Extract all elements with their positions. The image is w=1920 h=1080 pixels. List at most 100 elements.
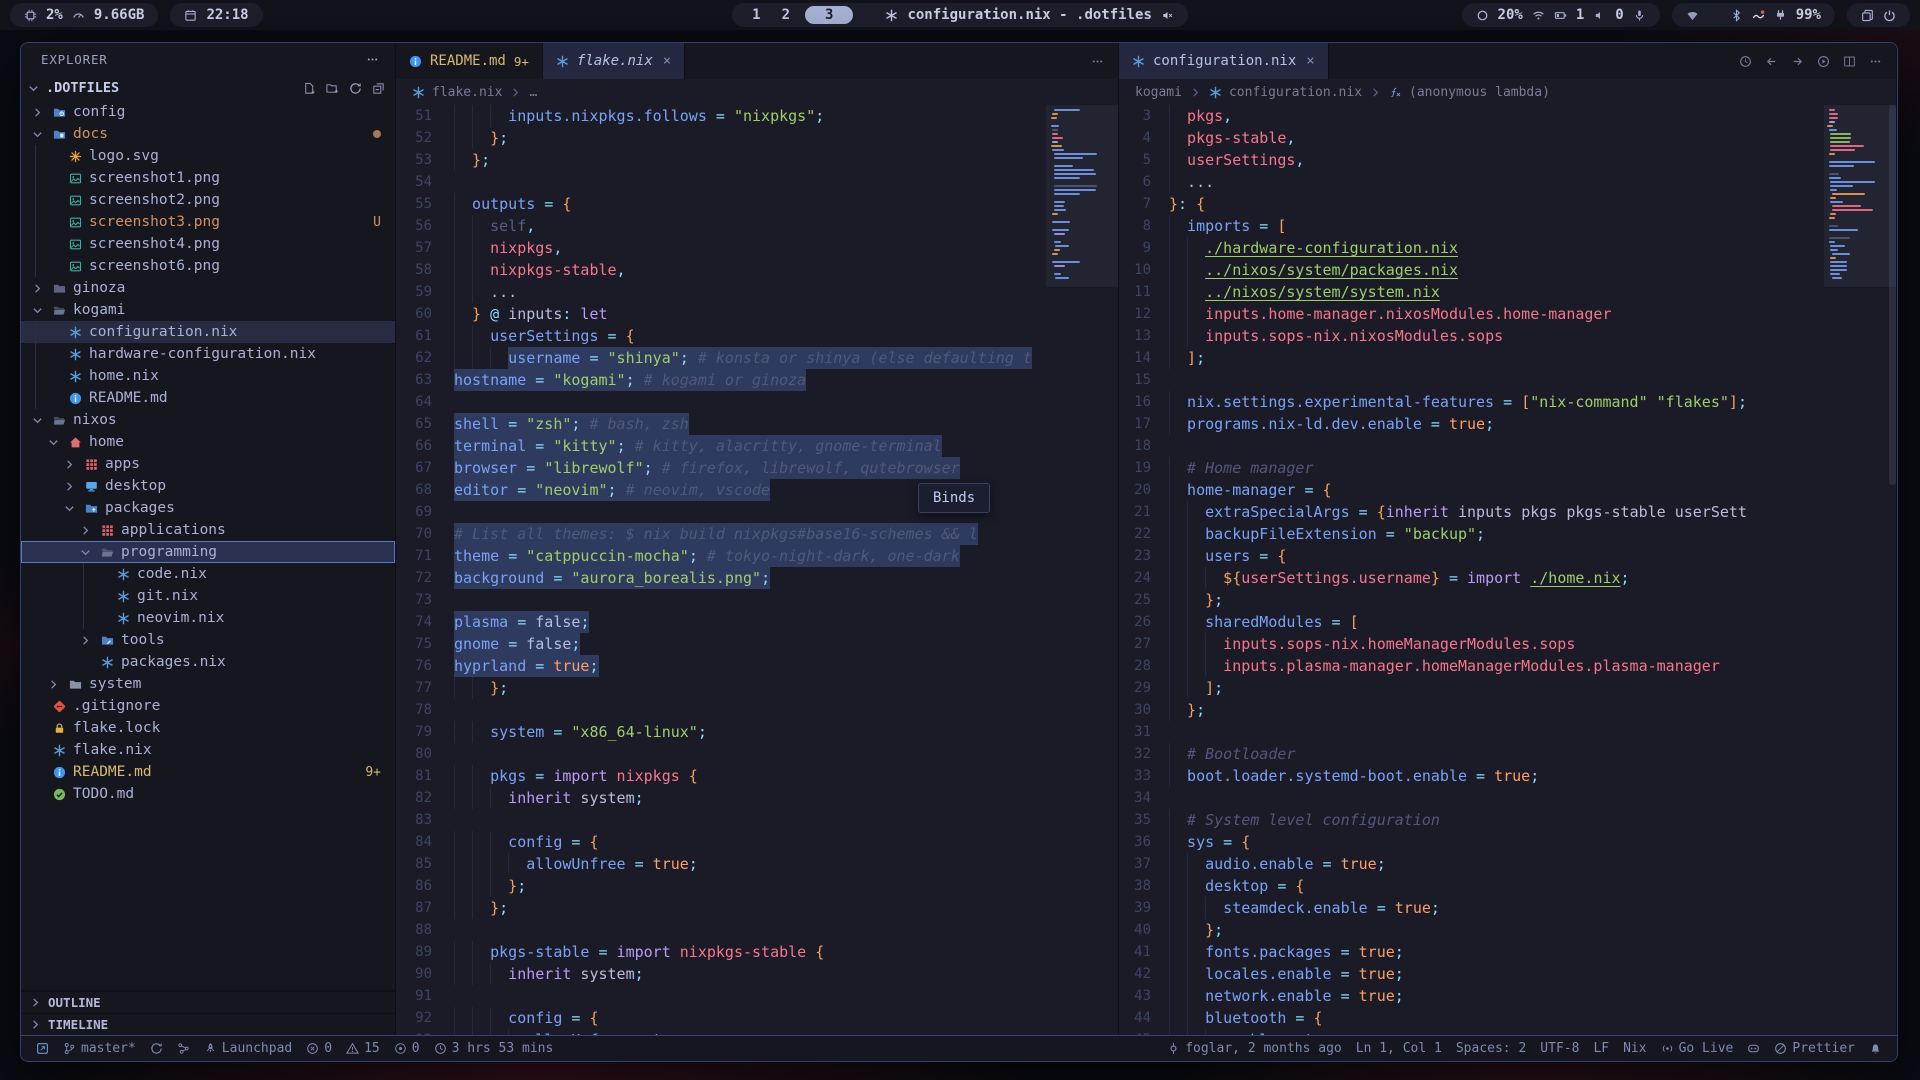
chevron-right-icon[interactable] [77, 634, 93, 647]
code-line-80[interactable]: 80 [396, 743, 1046, 765]
code-line-86[interactable]: 86}; [396, 875, 1046, 897]
tree-item-screenshot4-png[interactable]: screenshot4.png [21, 233, 395, 255]
code-line-38[interactable]: 38desktop = { [1119, 875, 1824, 897]
tree-item-screenshot3-png[interactable]: screenshot3.pngU [21, 211, 395, 233]
explorer-more-actions-button[interactable] [366, 53, 379, 66]
chevron-down-icon[interactable] [61, 502, 77, 515]
tree-item-home[interactable]: home [21, 431, 395, 453]
code-line-20[interactable]: 20home-manager = { [1119, 479, 1824, 501]
code-editor-configuration-nix[interactable]: 3pkgs,4pkgs-stable,5userSettings,6...7}:… [1119, 105, 1896, 1035]
tree-item-programming[interactable]: programming [21, 541, 395, 563]
code-line-4[interactable]: 4pkgs-stable, [1119, 127, 1824, 149]
editor-scrollbar[interactable] [1889, 105, 1896, 485]
code-line-63[interactable]: 63hostname = "kogami"; # kogami or ginoz… [396, 369, 1046, 391]
tab-flake-nix[interactable]: flake.nix × [543, 43, 685, 79]
code-line-85[interactable]: 85allowUnfree = true; [396, 853, 1046, 875]
tree-item-screenshot1-png[interactable]: screenshot1.png [21, 167, 395, 189]
tree-item-flake-nix[interactable]: flake.nix [21, 739, 395, 761]
code-line-36[interactable]: 36sys = { [1119, 831, 1824, 853]
code-line-58[interactable]: 58nixpkgs-stable, [396, 259, 1046, 281]
run-button[interactable] [1817, 55, 1830, 68]
code-line-31[interactable]: 31 [1119, 721, 1824, 743]
code-line-92[interactable]: 92config = { [396, 1007, 1046, 1029]
code-line-16[interactable]: 16nix.settings.experimental-features = [… [1119, 391, 1824, 413]
workspace-3-active[interactable]: 3 [805, 6, 853, 24]
status-copilot[interactable] [1740, 1042, 1767, 1055]
tab-readme-md[interactable]: README.md 9+ [396, 43, 543, 79]
code-line-82[interactable]: 82inherit system; [396, 787, 1046, 809]
status-launchpad[interactable]: Launchpad [197, 1041, 299, 1056]
code-line-8[interactable]: 8imports = [ [1119, 215, 1824, 237]
chevron-down-icon[interactable] [77, 546, 93, 559]
refresh-explorer-button[interactable] [349, 82, 362, 95]
code-line-76[interactable]: 76hyprland = true; [396, 655, 1046, 677]
code-line-37[interactable]: 37audio.enable = true; [1119, 853, 1824, 875]
code-line-6[interactable]: 6... [1119, 171, 1824, 193]
code-line-51[interactable]: 51inputs.nixpkgs.follows = "nixpkgs"; [396, 105, 1046, 127]
code-line-65[interactable]: 65shell = "zsh"; # bash, zsh [396, 413, 1046, 435]
code-line-28[interactable]: 28inputs.plasma-manager.homeManagerModul… [1119, 655, 1824, 677]
chevron-down-icon[interactable] [45, 436, 61, 449]
code-line-53[interactable]: 53}; [396, 149, 1046, 171]
workspace-root-row[interactable]: .DOTFILES [21, 75, 395, 101]
code-line-84[interactable]: 84config = { [396, 831, 1046, 853]
code-line-61[interactable]: 61userSettings = { [396, 325, 1046, 347]
tree-item-kogami[interactable]: kogami [21, 299, 395, 321]
code-line-5[interactable]: 5userSettings, [1119, 149, 1824, 171]
tree-item-apps[interactable]: apps [21, 453, 395, 475]
code-line-44[interactable]: 44bluetooth = { [1119, 1007, 1824, 1029]
status-errors[interactable]: 0 [299, 1041, 339, 1056]
status-indentation[interactable]: Spaces: 2 [1449, 1041, 1533, 1056]
status-cursor-position[interactable]: Ln 1, Col 1 [1349, 1041, 1449, 1056]
chevron-right-icon[interactable] [77, 524, 93, 537]
tree-item-readme-md[interactable]: README.md9+ [21, 761, 395, 783]
status-git-graph[interactable] [170, 1042, 197, 1055]
code-line-88[interactable]: 88 [396, 919, 1046, 941]
chevron-right-icon[interactable] [61, 458, 77, 471]
code-line-73[interactable]: 73 [396, 589, 1046, 611]
code-line-71[interactable]: 71theme = "catppuccin-mocha"; # tokyo-ni… [396, 545, 1046, 567]
new-file-button[interactable] [303, 82, 316, 95]
code-line-27[interactable]: 27inputs.sops-nix.homeManagerModules.sop… [1119, 633, 1824, 655]
chevron-right-icon[interactable] [29, 106, 45, 119]
tree-item-hardware-configuration-nix[interactable]: hardware-configuration.nix [21, 343, 395, 365]
tree-item-system[interactable]: system [21, 673, 395, 695]
code-line-24[interactable]: 24${userSettings.username} = import ./ho… [1119, 567, 1824, 589]
code-line-23[interactable]: 23users = { [1119, 545, 1824, 567]
code-line-81[interactable]: 81pkgs = import nixpkgs { [396, 765, 1046, 787]
code-line-40[interactable]: 40}; [1119, 919, 1824, 941]
code-line-30[interactable]: 30}; [1119, 699, 1824, 721]
code-line-91[interactable]: 91 [396, 985, 1046, 1007]
code-line-90[interactable]: 90inherit system; [396, 963, 1046, 985]
tree-item-readme-md[interactable]: README.md [21, 387, 395, 409]
code-line-67[interactable]: 67browser = "librewolf"; # firefox, libr… [396, 457, 1046, 479]
tree-item--gitignore[interactable]: .gitignore [21, 695, 395, 717]
status-prettier[interactable]: Prettier [1767, 1041, 1862, 1056]
status-encoding[interactable]: UTF-8 [1533, 1041, 1586, 1056]
code-line-18[interactable]: 18 [1119, 435, 1824, 457]
code-line-55[interactable]: 55outputs = { [396, 193, 1046, 215]
tree-item-logo-svg[interactable]: logo.svg [21, 145, 395, 167]
code-line-17[interactable]: 17programs.nix-ld.dev.enable = true; [1119, 413, 1824, 435]
workspace-2[interactable]: 2 [776, 7, 796, 23]
tree-item-git-nix[interactable]: git.nix [21, 585, 395, 607]
status-git-sync[interactable] [143, 1042, 170, 1055]
code-line-33[interactable]: 33boot.loader.systemd-boot.enable = true… [1119, 765, 1824, 787]
code-line-89[interactable]: 89pkgs-stable = import nixpkgs-stable { [396, 941, 1046, 963]
tab-configuration-nix[interactable]: configuration.nix × [1119, 43, 1329, 79]
tree-item-neovim-nix[interactable]: neovim.nix [21, 607, 395, 629]
code-line-72[interactable]: 72background = "aurora_borealis.png"; [396, 567, 1046, 589]
status-git-branch[interactable]: master* [56, 1041, 143, 1056]
status-eol[interactable]: LF [1586, 1041, 1616, 1056]
code-line-59[interactable]: 59... [396, 281, 1046, 303]
tree-item-applications[interactable]: applications [21, 519, 395, 541]
code-line-39[interactable]: 39steamdeck.enable = true; [1119, 897, 1824, 919]
tree-item-tools[interactable]: tools [21, 629, 395, 651]
new-folder-button[interactable] [326, 82, 339, 95]
tree-item-configuration-nix[interactable]: configuration.nix [21, 321, 395, 343]
code-line-26[interactable]: 26sharedModules = [ [1119, 611, 1824, 633]
tree-item-screenshot2-png[interactable]: screenshot2.png [21, 189, 395, 211]
breadcrumb-file[interactable]: flake.nix [432, 85, 502, 100]
close-tab-icon[interactable]: × [1306, 53, 1314, 69]
chevron-right-icon[interactable] [45, 678, 61, 691]
